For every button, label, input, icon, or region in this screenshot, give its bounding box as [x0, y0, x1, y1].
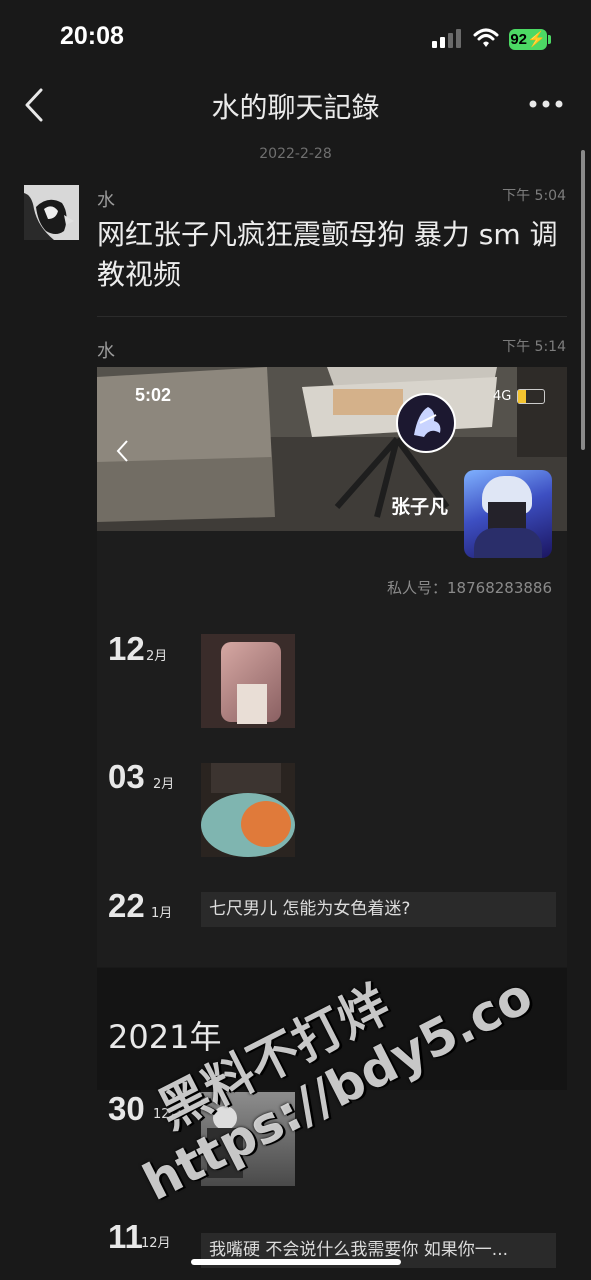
divider — [97, 316, 567, 317]
profile-avatar[interactable] — [464, 470, 552, 558]
date-separator: 2022-2-28 — [259, 146, 332, 162]
battery-cap — [548, 35, 551, 44]
moment-month: 2月 — [146, 649, 168, 664]
profile-name: 张子凡 — [391, 496, 449, 518]
avatar[interactable] — [24, 185, 79, 240]
avatar-emblem — [396, 393, 456, 453]
battery-indicator: 92⚡ — [509, 29, 547, 50]
status-time: 20:08 — [60, 22, 124, 50]
inner-battery-icon — [517, 389, 545, 404]
message-time: 下午 5:14 — [502, 339, 566, 355]
wifi-icon — [473, 28, 499, 47]
scrollbar[interactable] — [581, 150, 585, 450]
moment-month: 2月 — [153, 777, 175, 792]
moment-day: 22 — [108, 887, 145, 924]
sender-name: 水 — [97, 190, 115, 211]
moment-month: 12月 — [141, 1236, 171, 1251]
message-time: 下午 5:04 — [502, 188, 566, 204]
moment-day: 03 — [108, 758, 145, 795]
signal-icon — [432, 28, 464, 50]
moment-month: 1月 — [151, 906, 173, 921]
private-number: 私人号：18768283886 — [387, 579, 552, 597]
battery-level: 92 — [510, 31, 527, 48]
inner-back-icon — [116, 440, 128, 462]
more-icon[interactable] — [528, 98, 564, 110]
moment-photo[interactable] — [201, 634, 295, 728]
home-indicator[interactable] — [191, 1259, 401, 1265]
moment-day: 11 — [108, 1218, 143, 1255]
page-title: 水的聊天記錄 — [211, 91, 380, 124]
moment-photo[interactable] — [201, 763, 295, 857]
inner-status-time: 5:02 — [135, 385, 172, 405]
message-text[interactable]: 网红张子凡疯狂震颤母狗 暴力 sm 调教视频 — [97, 215, 567, 295]
inner-network: 4G — [493, 389, 512, 404]
moment-day: 12 — [108, 630, 145, 667]
sender-name: 水 — [97, 341, 115, 362]
